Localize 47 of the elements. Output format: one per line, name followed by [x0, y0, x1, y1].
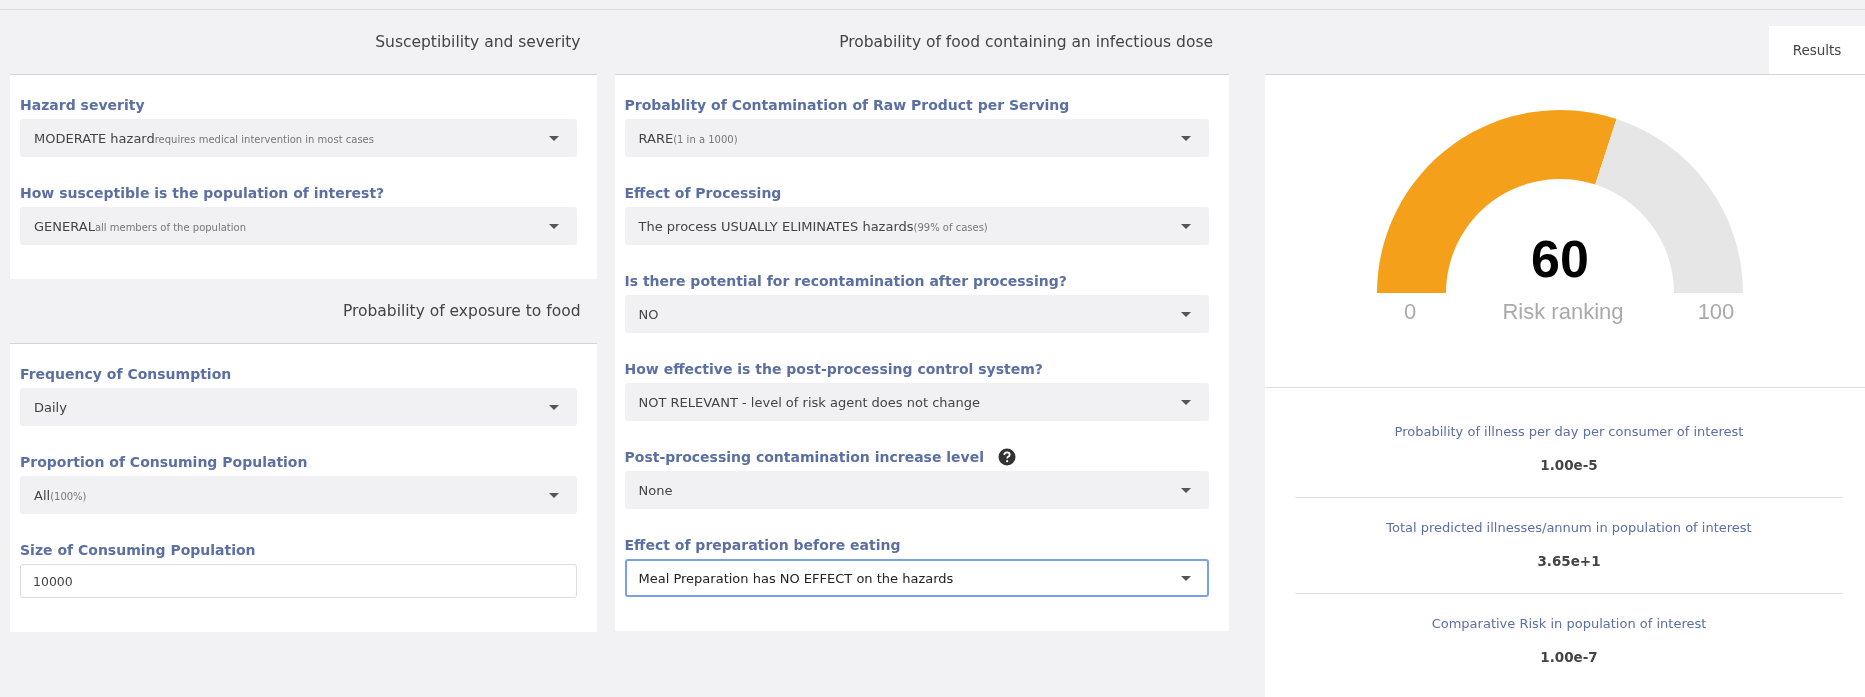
caret-icon — [1181, 311, 1191, 317]
help-icon[interactable] — [998, 448, 1016, 466]
field-label: Hazard severity — [20, 97, 145, 113]
metric-value: 1.00e-7 — [1540, 649, 1598, 665]
field-label: Effect of preparation before eating — [624, 537, 901, 553]
field-label: Proportion of Consuming Population — [20, 454, 308, 470]
dropdown[interactable]: Meal Preparation has NO EFFECT on the hazards — [624, 559, 1209, 597]
caret-icon — [1181, 399, 1191, 405]
caret-icon — [1181, 223, 1191, 229]
caret-icon — [548, 135, 559, 141]
field-label: Effect of Processing — [624, 185, 782, 201]
metric-label: Probability of illness per day per consumer of interest — [1394, 424, 1744, 439]
dropdown[interactable]: All(100%) — [20, 476, 577, 514]
caret-icon — [548, 404, 559, 410]
dropdown[interactable]: Daily — [20, 388, 577, 426]
dropdown[interactable]: MODERATE hazardrequires medical intervention in most cases — [20, 119, 577, 157]
metric-value: 3.65e+1 — [1537, 553, 1601, 569]
gauge-max: 100 — [1696, 299, 1736, 325]
dropdown[interactable]: The process USUALLY ELIMINATES hazards(99% of cases) — [624, 207, 1209, 245]
gauge-label: Risk ranking — [1502, 299, 1624, 325]
gauge-value: 60 — [1531, 229, 1589, 289]
caret-icon — [1181, 575, 1191, 581]
field-label: Frequency of Consumption — [20, 366, 232, 382]
field-label: Post-processing contamination increase level — [624, 449, 984, 465]
field-label: Probablity of Contamination of Raw Product per Serving — [624, 97, 1070, 113]
caret-icon — [1181, 135, 1191, 141]
section-title: Probability of food containing an infectious dose — [839, 33, 1213, 51]
field-label: How susceptible is the population of interest? — [20, 185, 385, 201]
dropdown[interactable]: NOT RELEVANT - level of risk agent does not change — [624, 383, 1209, 421]
metric-label: Total predicted illnesses/annum in population of interest — [1386, 520, 1752, 535]
section-title: Susceptibility and severity — [375, 33, 581, 51]
caret-icon — [548, 223, 559, 229]
results-tab[interactable]: Results — [1769, 26, 1865, 74]
dropdown[interactable]: NO — [624, 295, 1209, 333]
section-title: Probability of exposure to food — [342, 302, 581, 320]
metric-value: 1.00e-5 — [1540, 457, 1598, 473]
field-label: Size of Consuming Population — [20, 542, 256, 558]
caret-icon — [1181, 487, 1191, 493]
dropdown[interactable]: None — [624, 471, 1209, 509]
dropdown[interactable]: RARE(1 in a 1000) — [624, 119, 1209, 157]
field-label: How effective is the post-processing control system? — [624, 361, 1043, 377]
dropdown[interactable]: GENERALall members of the population — [20, 207, 577, 245]
metric-label: Comparative Risk in population of interest — [1431, 616, 1707, 631]
gauge-min: 0 — [1402, 299, 1418, 325]
input-field[interactable]: 10000 — [20, 564, 577, 598]
caret-icon — [548, 492, 559, 498]
field-label: Is there potential for recontamination after processing? — [624, 273, 1067, 289]
